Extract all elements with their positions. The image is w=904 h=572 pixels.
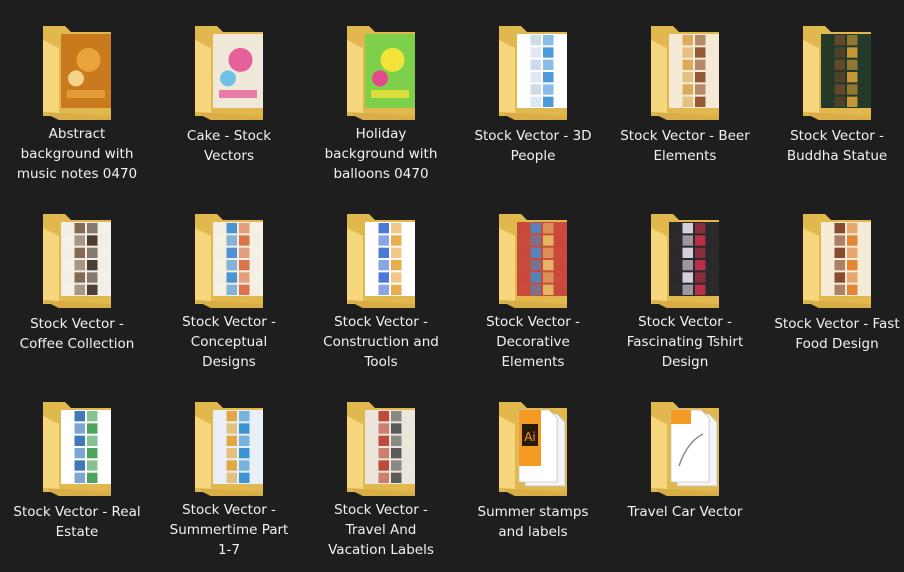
folder-icon bbox=[789, 206, 885, 310]
folder-item[interactable]: Abstract background with music notes 047… bbox=[7, 6, 147, 184]
folder-label: Stock Vector - Fascinating Tshirt Design bbox=[626, 314, 744, 370]
folder-label: Stock Vector - Decorative Elements bbox=[486, 314, 580, 370]
folder-label: Stock Vector - Real Estate bbox=[13, 504, 141, 540]
folder-item[interactable]: Stock Vector - Buddha Statue bbox=[767, 6, 904, 184]
folder-item[interactable]: Stock Vector - Beer Elements bbox=[615, 6, 755, 184]
folder-item[interactable]: Travel Car Vector bbox=[615, 382, 755, 560]
folder-item[interactable]: Stock Vector - Summertime Part 1-7 bbox=[159, 382, 299, 560]
folder-item[interactable]: Ai Summer stamps and labels bbox=[463, 382, 603, 560]
folder-label: Stock Vector - Conceptual Designs bbox=[182, 314, 276, 370]
folder-label: Abstract background with music notes 047… bbox=[16, 126, 138, 182]
folder-item[interactable]: Stock Vector - Decorative Elements bbox=[463, 194, 603, 372]
folder-label: Stock Vector - Buddha Statue bbox=[786, 128, 888, 164]
folder-label: Holiday background with balloons 0470 bbox=[324, 126, 438, 182]
folder-icon bbox=[789, 18, 885, 122]
folder-label: Stock Vector - Construction and Tools bbox=[323, 314, 439, 370]
folder-label: Stock Vector - Fast Food Design bbox=[774, 316, 900, 352]
folder-icon bbox=[333, 206, 429, 308]
folder-item[interactable]: Stock Vector - Fast Food Design bbox=[767, 194, 904, 372]
folder-item[interactable]: Stock Vector - Construction and Tools bbox=[311, 194, 451, 372]
folder-item[interactable]: Stock Vector - Travel And Vacation Label… bbox=[311, 382, 451, 560]
folder-icon bbox=[637, 206, 733, 308]
folder-grid: Abstract background with music notes 047… bbox=[0, 0, 904, 572]
folder-icon bbox=[181, 18, 277, 122]
folder-label: Stock Vector - Travel And Vacation Label… bbox=[328, 502, 434, 558]
folder-item[interactable]: Stock Vector - Real Estate bbox=[7, 382, 147, 560]
folder-icon bbox=[637, 394, 733, 498]
folder-icon: Ai bbox=[485, 394, 581, 498]
folder-icon bbox=[485, 18, 581, 122]
folder-label: Stock Vector - Summertime Part 1-7 bbox=[169, 502, 289, 558]
folder-icon bbox=[181, 394, 277, 496]
folder-item[interactable]: Stock Vector - Conceptual Designs bbox=[159, 194, 299, 372]
folder-label: Stock Vector - Coffee Collection bbox=[19, 316, 135, 352]
folder-icon bbox=[637, 18, 733, 122]
folder-item[interactable]: Stock Vector - Coffee Collection bbox=[7, 194, 147, 372]
folder-label: Stock Vector - 3D People bbox=[474, 128, 592, 164]
folder-item[interactable]: Stock Vector - Fascinating Tshirt Design bbox=[615, 194, 755, 372]
folder-item[interactable]: Cake - Stock Vectors bbox=[159, 6, 299, 184]
folder-item[interactable]: Holiday background with balloons 0470 bbox=[311, 6, 451, 184]
folder-label: Travel Car Vector bbox=[627, 504, 743, 520]
folder-icon bbox=[485, 206, 581, 308]
svg-text:Ai: Ai bbox=[524, 430, 536, 444]
folder-label: Stock Vector - Beer Elements bbox=[620, 128, 750, 164]
folder-icon bbox=[29, 206, 125, 310]
folder-icon bbox=[181, 206, 277, 308]
folder-icon bbox=[29, 18, 125, 120]
folder-icon bbox=[333, 394, 429, 496]
folder-icon bbox=[29, 394, 125, 498]
folder-label: Cake - Stock Vectors bbox=[186, 128, 272, 164]
folder-item[interactable]: Stock Vector - 3D People bbox=[463, 6, 603, 184]
folder-label: Summer stamps and labels bbox=[477, 504, 589, 540]
folder-icon bbox=[333, 18, 429, 120]
